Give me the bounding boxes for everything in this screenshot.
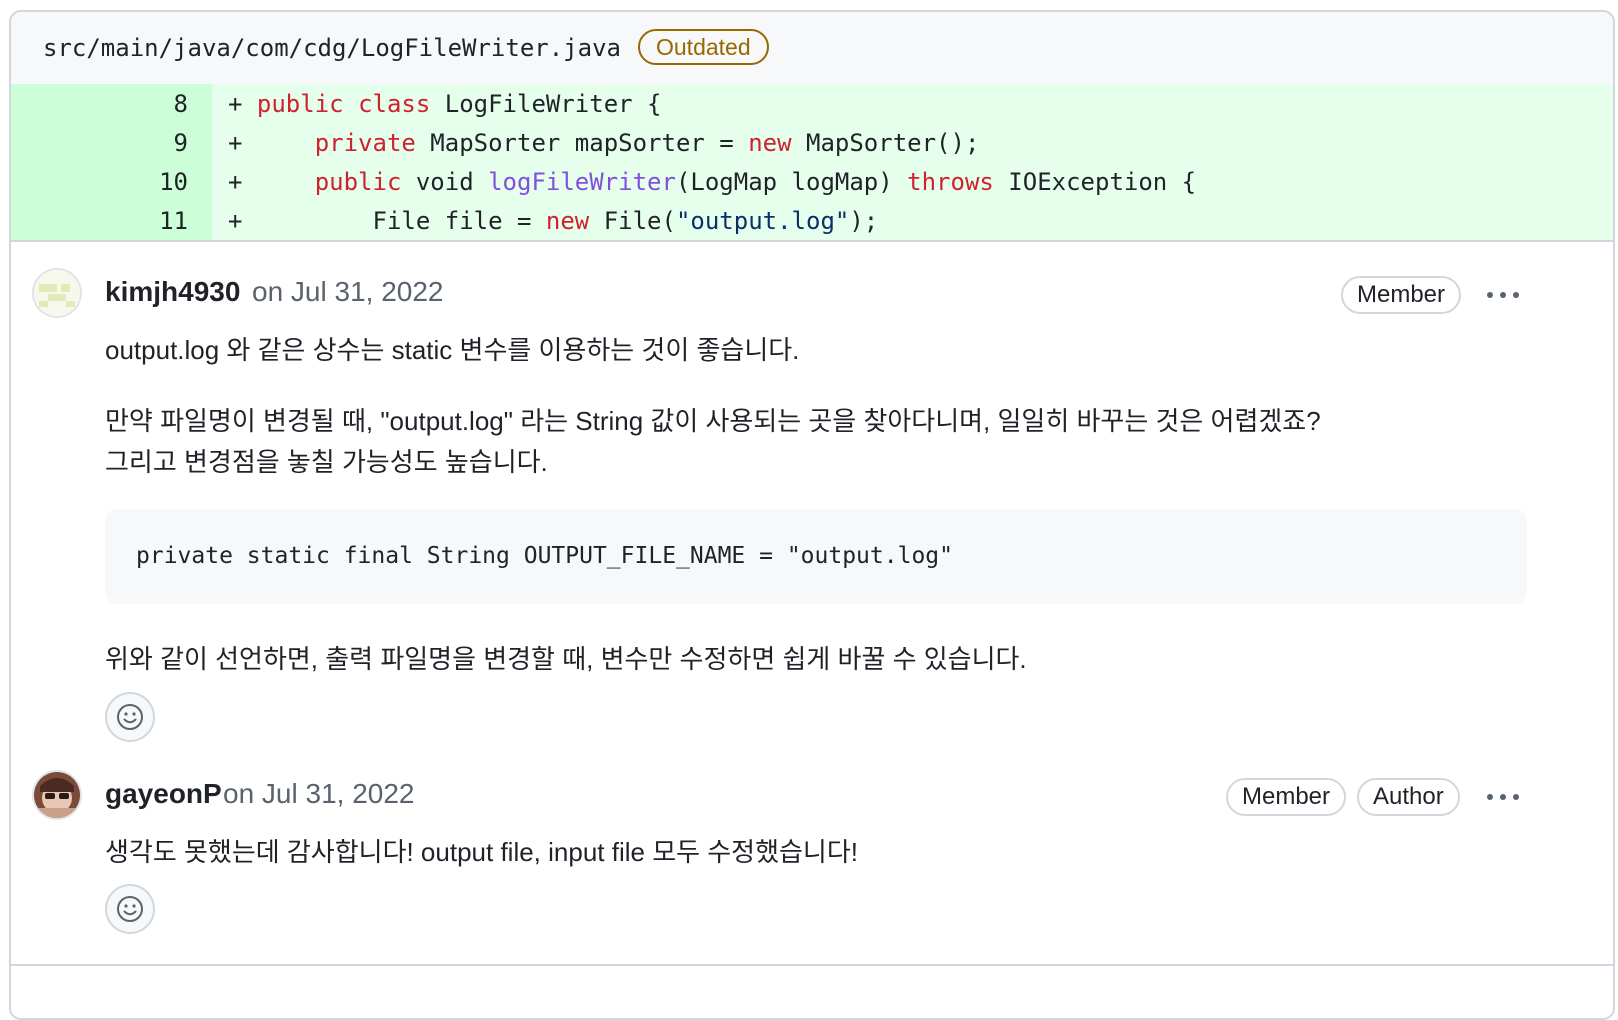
comment-paragraph: 그리고 변경점을 놓칠 가능성도 높습니다. [105,447,548,477]
code-line-content: File file = new File("output.log"); [242,207,879,235]
line-number[interactable]: 10 [11,162,212,202]
more-options-button[interactable] [1486,274,1520,308]
outdated-badge: Outdated [638,29,769,65]
smiley-icon [117,704,143,730]
code-line: + private MapSorter mapSorter = new MapS… [212,123,1613,163]
add-reaction-button[interactable] [105,884,155,934]
avatar[interactable] [32,268,82,318]
code-line-content: public void logFileWriter(LogMap logMap)… [314,168,1197,196]
member-badge: Member [1341,276,1462,314]
code-line: + public class LogFileWriter { [212,84,1613,124]
diff-marker: + [228,207,243,235]
diff-line: 9 + private MapSorter mapSorter = new Ma… [11,123,1613,163]
code-snippet: private static final String OUTPUT_FILE_… [105,509,1527,604]
file-path-link[interactable]: src/main/java/com/cdg/LogFileWriter.java [43,34,621,62]
divider [11,240,1613,242]
line-number[interactable]: 11 [11,201,212,241]
diff-marker: + [228,129,243,157]
review-thread: src/main/java/com/cdg/LogFileWriter.java… [9,10,1615,1020]
smiley-icon [117,896,143,922]
divider [11,964,1613,966]
author-badge: Author [1357,778,1460,816]
more-options-button[interactable] [1486,776,1520,810]
code-line-content: private MapSorter mapSorter = new MapSor… [314,129,980,157]
comment-paragraph: 만약 파일명이 변경될 때, "output.log" 라는 String 값이… [105,406,1321,436]
line-number[interactable]: 9 [11,123,212,163]
avatar[interactable] [32,770,82,820]
identicon-icon [34,270,80,316]
diff-line: 8 + public class LogFileWriter { [11,84,1613,124]
diff-line: 10 + public void logFileWriter(LogMap lo… [11,162,1613,202]
comment-author[interactable]: kimjh4930 [105,276,240,308]
comment-paragraph: 위와 같이 선언하면, 출력 파일명을 변경할 때, 변수만 수정하면 쉽게 바… [105,644,1027,674]
comment-author[interactable]: gayeonP [105,778,222,810]
diff-hunk: 8 + public class LogFileWriter { 9 + pri… [11,84,1613,242]
comment-paragraph: output.log 와 같은 상수는 static 변수를 이용하는 것이 좋… [105,335,800,365]
user-photo-icon [34,772,80,818]
comment-date[interactable]: on Jul 31, 2022 [223,778,415,810]
kebab-horizontal-icon [1487,292,1519,298]
code-line: + File file = new File("output.log"); [212,201,1613,241]
line-number[interactable]: 8 [11,84,212,124]
code-line-content: public class LogFileWriter { [256,90,662,118]
comment-paragraph: 생각도 못했는데 감사합니다! output file, input file … [105,837,859,867]
code-line: + public void logFileWriter(LogMap logMa… [212,162,1613,202]
diff-marker: + [228,90,243,118]
add-reaction-button[interactable] [105,692,155,742]
member-badge: Member [1226,778,1347,816]
comment-date[interactable]: on Jul 31, 2022 [252,276,444,308]
diff-marker: + [228,168,243,196]
kebab-horizontal-icon [1487,794,1519,800]
file-header: src/main/java/com/cdg/LogFileWriter.java… [11,12,1613,84]
diff-line: 11 + File file = new File("output.log"); [11,201,1613,241]
